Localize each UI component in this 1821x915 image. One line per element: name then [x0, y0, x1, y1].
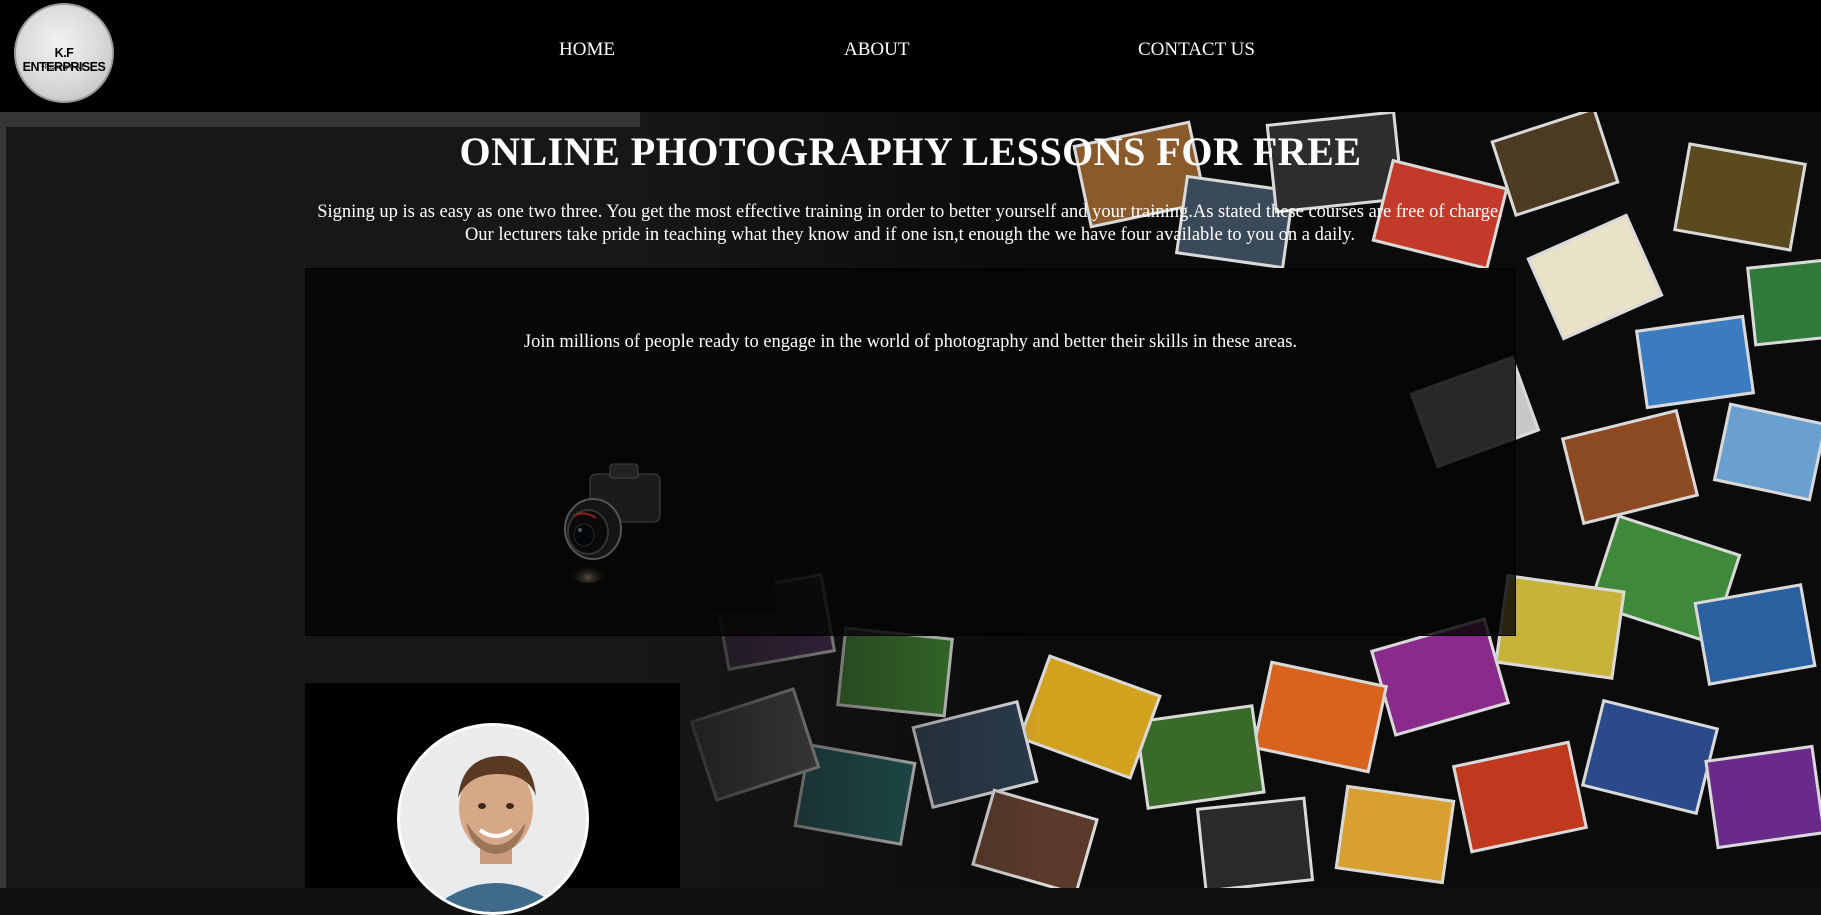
logo-tagline: ~Risking It All~	[40, 64, 88, 71]
collage-photo	[1746, 257, 1821, 347]
lecturer-card	[305, 683, 680, 915]
panel-text: Join millions of people ready to engage …	[523, 332, 1298, 352]
collage-photo	[1634, 314, 1756, 410]
person-icon	[400, 726, 586, 912]
collage-photo	[1560, 408, 1700, 526]
collage-photo	[1526, 213, 1664, 341]
page-title: ONLINE PHOTOGRAPHY LESSONS FOR FREE	[459, 129, 1362, 174]
nav-link-contact-us[interactable]: CONTACT US	[1138, 39, 1255, 61]
intro-paragraph: Signing up is as easy as one two three. …	[317, 202, 1503, 245]
collage-photo	[1334, 784, 1456, 885]
company-logo[interactable]: K.F ENTERPRISES ~Risking It All~	[14, 3, 114, 103]
frame-border-left	[0, 112, 6, 888]
avatar	[397, 723, 589, 915]
collage-photo	[1693, 583, 1817, 686]
collage-photo	[1580, 698, 1720, 816]
collage-photo	[1195, 796, 1315, 888]
collage-photo	[1251, 660, 1389, 774]
nav-link-about[interactable]: ABOUT	[844, 39, 909, 61]
collage-photo	[1134, 704, 1266, 810]
feature-panel: Join millions of people ready to engage …	[305, 268, 1516, 636]
top-nav: K.F ENTERPRISES ~Risking It All~ HOME AB…	[0, 0, 1821, 112]
collage-photo	[1451, 740, 1589, 854]
collage-photo	[1712, 402, 1821, 502]
collage-photo	[1704, 744, 1821, 850]
camera-icon	[564, 463, 661, 583]
camera-image	[470, 414, 775, 614]
nav-link-home[interactable]: HOME	[559, 39, 615, 61]
